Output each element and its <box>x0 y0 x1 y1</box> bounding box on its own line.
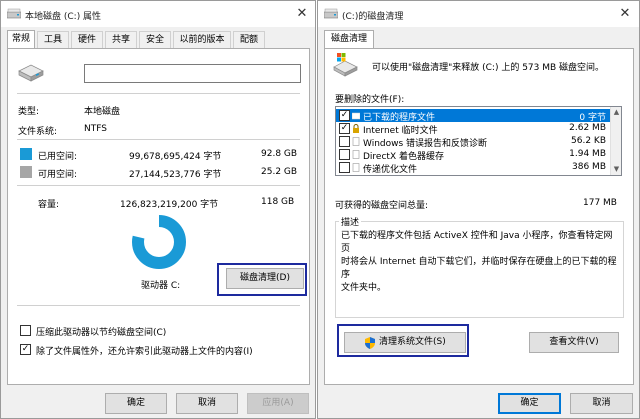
drive-label: 驱动器 C: <box>141 281 181 291</box>
highlight-box <box>337 324 469 357</box>
free-space-gb: 25.2 GB <box>261 167 298 177</box>
used-space-bytes: 99,678,695,424 字节 <box>129 152 222 162</box>
divider <box>17 93 300 94</box>
capacity-label: 容量: <box>38 200 60 210</box>
disk-cleanup-window: (C:)的磁盘清理 ✕ 磁盘清理 可以使用"磁盘清理"来释放 (C:) 上的 5… <box>317 0 640 419</box>
filesystem-value: NTFS <box>84 124 107 134</box>
properties-window: 本地磁盘 (C:) 属性 ✕ 常规 工具 硬件 共享 安全 以前的版本 配额 类… <box>0 0 316 419</box>
file-size: 1.94 MB <box>569 149 606 159</box>
tab-previous-versions[interactable]: 以前的版本 <box>173 31 231 48</box>
cancel-button[interactable]: 取消 <box>176 393 238 414</box>
scroll-down-arrow[interactable]: ▼ <box>611 164 621 175</box>
general-panel: 类型: 本地磁盘 文件系统: NTFS 已用空间: 99,678,695,424… <box>7 48 310 385</box>
capacity-bytes: 126,823,219,200 字节 <box>120 200 219 210</box>
divider <box>17 305 300 306</box>
properties-titlebar: 本地磁盘 (C:) 属性 ✕ <box>1 1 315 27</box>
window-title: (C:)的磁盘清理 <box>342 12 404 22</box>
tab-sharing[interactable]: 共享 <box>105 31 137 48</box>
cleanup-titlebar: (C:)的磁盘清理 ✕ <box>318 1 639 27</box>
filesystem-label: 文件系统: <box>18 127 58 137</box>
compress-label: 压缩此驱动器以节约磁盘空间(C) <box>36 328 167 338</box>
file-icon <box>352 137 360 146</box>
usage-donut <box>132 215 186 269</box>
close-button[interactable]: ✕ <box>614 4 636 24</box>
used-space-gb: 92.8 GB <box>261 149 298 159</box>
description-line: 时将会从 Internet 自动下载它们，并临时保存在硬盘上的已下载的程序 <box>341 257 617 280</box>
index-label: 除了文件属性外，还允许索引此驱动器上文件的内容(I) <box>36 347 253 357</box>
used-space-swatch <box>20 148 32 160</box>
compress-checkbox[interactable] <box>20 325 31 336</box>
drive-icon <box>7 8 21 19</box>
description-text: 已下载的程序文件包括 ActiveX 控件和 Java 小程序，你查看特定网页 … <box>341 230 621 295</box>
used-space-label: 已用空间: <box>38 152 78 162</box>
file-size: 2.62 MB <box>569 123 606 133</box>
file-row[interactable]: ✓ Internet 临时文件 2.62 MB <box>336 122 610 136</box>
drive-large-icon <box>18 64 44 82</box>
files-list-scrollbar[interactable]: ▲ ▼ <box>610 107 621 175</box>
free-space-label: 可用空间: <box>38 170 78 180</box>
capacity-gb: 118 GB <box>261 197 295 207</box>
volume-name-input[interactable] <box>84 64 301 83</box>
file-checkbox[interactable]: ✓ <box>339 110 350 121</box>
view-files-button[interactable]: 查看文件(V) <box>529 332 619 353</box>
file-row[interactable]: Windows 错误报告和反馈诊断 56.2 KB <box>336 135 610 149</box>
type-label: 类型: <box>18 107 40 117</box>
file-row[interactable]: DirectX 着色器缓存 1.94 MB <box>336 148 610 162</box>
divider <box>17 139 300 140</box>
close-button[interactable]: ✕ <box>291 4 313 24</box>
type-value: 本地磁盘 <box>84 107 121 117</box>
file-row[interactable]: 传递优化文件 386 MB <box>336 161 610 175</box>
free-space-bytes: 27,144,523,776 字节 <box>129 170 222 180</box>
file-size: 56.2 KB <box>571 136 606 146</box>
tab-security[interactable]: 安全 <box>139 31 171 48</box>
ok-button[interactable]: 确定 <box>105 393 167 414</box>
tab-quota[interactable]: 配额 <box>233 31 265 48</box>
file-size: 386 MB <box>572 162 606 172</box>
folder-icon <box>352 112 360 120</box>
apply-button[interactable]: 应用(A) <box>247 393 309 414</box>
space-gain-value: 177 MB <box>583 198 617 208</box>
space-gain-label: 可获得的磁盘空间总量: <box>335 201 429 211</box>
files-to-delete-label: 要删除的文件(F): <box>335 95 405 105</box>
tab-general[interactable]: 常规 <box>7 30 35 48</box>
lock-icon <box>353 124 359 133</box>
file-checkbox[interactable]: ✓ <box>339 123 350 134</box>
description-line: 文件夹中。 <box>341 283 387 293</box>
disk-cleanup-icon <box>333 53 358 77</box>
file-name: 传递优化文件 <box>363 165 418 175</box>
highlight-box <box>217 263 307 296</box>
scroll-up-arrow[interactable]: ▲ <box>611 107 621 118</box>
description-label: 描述 <box>339 215 362 228</box>
file-icon <box>352 163 360 172</box>
file-checkbox[interactable] <box>339 136 350 147</box>
description-line: 已下载的程序文件包括 ActiveX 控件和 Java 小程序，你查看特定网页 <box>341 231 613 254</box>
window-title: 本地磁盘 (C:) 属性 <box>25 12 102 22</box>
cancel-button[interactable]: 取消 <box>570 393 633 414</box>
tab-tools[interactable]: 工具 <box>37 31 69 48</box>
file-icon <box>352 150 360 159</box>
ok-button[interactable]: 确定 <box>498 393 561 414</box>
files-list[interactable]: ✓ 已下载的程序文件 0 字节 ✓ Internet 临时文件 2.62 MB Window… <box>335 106 622 176</box>
divider <box>17 185 300 186</box>
free-space-swatch <box>20 166 32 178</box>
tab-hardware[interactable]: 硬件 <box>71 31 103 48</box>
file-row[interactable]: ✓ 已下载的程序文件 0 字节 <box>336 109 610 123</box>
file-checkbox[interactable] <box>339 149 350 160</box>
cleanup-intro: 可以使用"磁盘清理"来释放 (C:) 上的 573 MB 磁盘空间。 <box>372 63 605 73</box>
index-checkbox[interactable]: ✓ <box>20 344 31 355</box>
tab-disk-cleanup[interactable]: 磁盘清理 <box>324 30 374 48</box>
file-checkbox[interactable] <box>339 162 350 173</box>
drive-icon <box>324 8 338 19</box>
